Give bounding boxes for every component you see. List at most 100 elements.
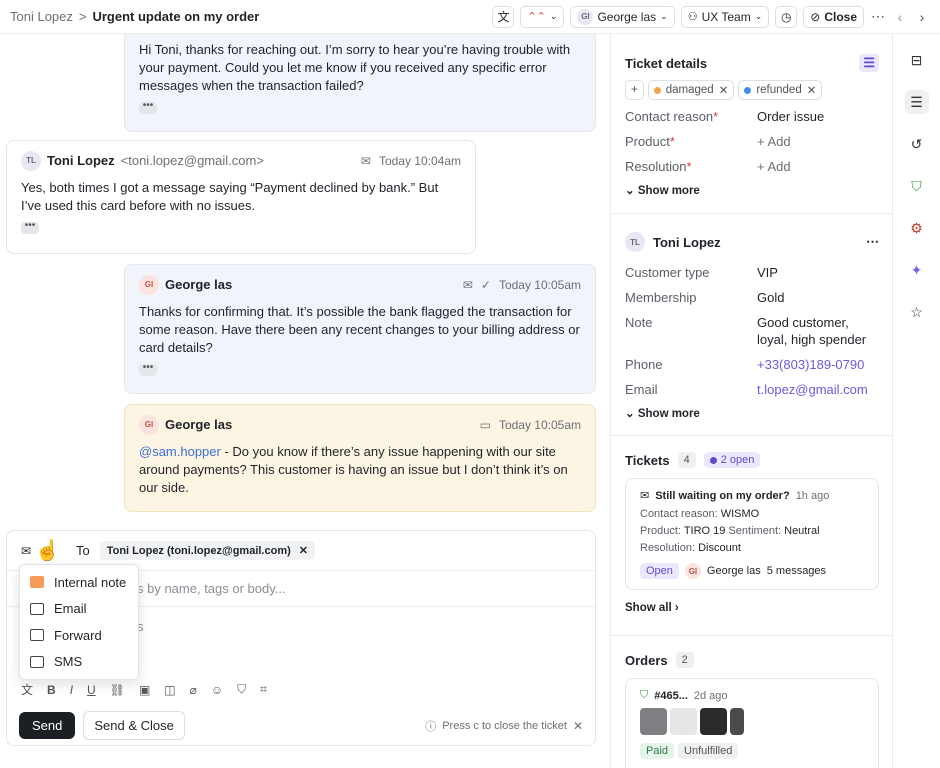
translate-button[interactable]: 文	[492, 5, 515, 28]
avatar: GI	[139, 275, 159, 295]
priority-dropdown[interactable]: ⌃⌃ ⌄	[520, 5, 565, 28]
mail-icon: ✉	[360, 154, 371, 168]
webhook-icon[interactable]: ⚙	[905, 216, 929, 240]
label: Sentiment:	[728, 525, 782, 537]
ticket-sidebar: Ticket details ☰ + damaged ✕ refunded ✕ Con…	[610, 34, 892, 768]
field-label: Contact reason	[625, 109, 714, 124]
sender-email: <toni.lopez@gmail.com>	[120, 153, 264, 168]
send-button[interactable]: Send	[19, 712, 76, 739]
expand-quote-button[interactable]: •••	[139, 363, 157, 376]
team-dropdown[interactable]: ⚇ UX Team ⌄	[680, 5, 770, 28]
resolution-field[interactable]: + Add	[757, 158, 791, 175]
customer-name[interactable]: Toni Lopez	[653, 235, 721, 250]
menu-item-forward[interactable]: Forward	[20, 622, 138, 649]
sent-check-icon: ✓	[480, 278, 491, 292]
previous-ticket-icon[interactable]: ‹	[892, 9, 908, 25]
show-more-button[interactable]: ⌄ Show more	[625, 406, 879, 420]
membership-value: Gold	[757, 290, 785, 305]
top-bar: Toni Lopez > Urgent update on my order 文…	[0, 0, 940, 34]
shopify-icon[interactable]: ⛉	[237, 682, 246, 697]
chevron-down-icon: ⌄	[549, 11, 558, 21]
mail-icon: ✉	[640, 490, 650, 502]
chevron-down-icon: ⌄	[754, 11, 763, 21]
breadcrumb-separator: >	[78, 9, 87, 24]
next-ticket-icon[interactable]: ›	[914, 9, 930, 25]
ticket-age: 1h ago	[795, 489, 830, 502]
sender-name: George las	[165, 277, 233, 292]
underline-icon[interactable]: U	[87, 683, 96, 697]
bold-icon[interactable]: B	[47, 683, 56, 697]
collapse-panel-icon[interactable]: ⊟	[905, 48, 929, 72]
expand-quote-button[interactable]: •••	[21, 221, 39, 234]
tag-chip[interactable]: refunded ✕	[738, 80, 823, 100]
tag-label: refunded	[756, 84, 802, 96]
tag-chip[interactable]: damaged ✕	[647, 80, 735, 100]
fields-settings-icon[interactable]: ☰	[859, 54, 879, 72]
right-rail: ⊟ ☰ ↺ ⛉ ⚙ ✦ ☆	[892, 34, 940, 768]
channel-selector[interactable]: ✉	[21, 544, 31, 558]
orders-section: Orders 2 ⛉ #465... 2d ago Paid Unfulfilled	[611, 636, 892, 768]
product-field[interactable]: + Add	[757, 133, 791, 150]
priority-icon: ⌃⌃	[527, 11, 546, 23]
breadcrumb: Toni Lopez > Urgent update on my order	[10, 9, 259, 24]
remove-tag-icon[interactable]: ✕	[807, 83, 817, 97]
show-more-label: Show more	[637, 408, 700, 420]
show-all-label: Show all	[625, 602, 672, 614]
menu-item-internal-note[interactable]: Internal note	[20, 569, 138, 596]
translate-icon[interactable]: 文	[21, 681, 33, 698]
remove-recipient-icon[interactable]: ✕	[299, 544, 308, 557]
menu-item-email[interactable]: Email	[20, 596, 138, 623]
field-label: Product	[625, 134, 670, 149]
mail-icon: ✉	[462, 278, 473, 292]
emoji-icon[interactable]: ☺	[211, 683, 223, 697]
tag-icon[interactable]: ⌗	[260, 682, 267, 697]
message-time: Today 10:05am	[498, 278, 581, 292]
note-value: Good customer, loyal, high spender	[757, 315, 867, 347]
sender-name: Toni Lopez	[47, 153, 115, 168]
ticket-card[interactable]: ✉ Still waiting on my order? 1h ago Contac…	[625, 478, 879, 590]
ai-agent-icon[interactable]: ✦	[905, 258, 929, 282]
avatar: GI	[577, 8, 594, 25]
message-text: Yes, both times I got a message saying “…	[21, 180, 439, 213]
tickets-count: 4	[677, 452, 696, 468]
image-icon[interactable]: ▣	[139, 683, 150, 697]
show-all-button[interactable]: Show all ›	[625, 602, 879, 614]
history-icon[interactable]: ↺	[905, 132, 929, 156]
contact-reason-field[interactable]: Order issue	[757, 108, 824, 125]
attachment-icon[interactable]: ⌀	[190, 683, 197, 697]
more-icon[interactable]: ⋯	[870, 8, 886, 25]
phone-link[interactable]: +33(803)189-0790	[757, 356, 864, 373]
mention-link[interactable]: @sam.hopper	[139, 444, 221, 459]
section-title: Orders	[625, 652, 668, 668]
menu-item-label: Email	[54, 601, 87, 617]
link-icon[interactable]: ⛓	[110, 683, 125, 697]
remove-tag-icon[interactable]: ✕	[719, 83, 729, 97]
close-ticket-button[interactable]: ⊘ Close	[803, 5, 864, 28]
product-thumbnail	[640, 708, 667, 735]
recipient-chip[interactable]: Toni Lopez (toni.lopez@gmail.com) ✕	[99, 541, 315, 560]
italic-icon[interactable]: I	[70, 683, 73, 697]
star-icon[interactable]: ☆	[905, 300, 929, 324]
dismiss-hint-icon[interactable]: ✕	[573, 719, 583, 733]
customer-info-icon[interactable]: ☰	[904, 90, 929, 114]
message-agent-2: GI George las ✉ ✓ Today 10:05am Thanks for…	[124, 264, 596, 394]
order-card[interactable]: ⛉ #465... 2d ago Paid Unfulfilled	[625, 678, 879, 768]
show-more-button[interactable]: ⌄ Show more	[625, 183, 879, 197]
snooze-button[interactable]: ◷	[775, 5, 798, 28]
expand-quote-button[interactable]: •••	[139, 101, 157, 114]
gallery-icon[interactable]: ◫	[164, 683, 175, 697]
label: Resolution:	[640, 542, 696, 554]
to-label: To	[75, 543, 90, 558]
assignee-dropdown[interactable]: GI George las ⌄	[570, 5, 675, 28]
email-link[interactable]: t.lopez@gmail.com	[757, 381, 868, 398]
menu-item-sms[interactable]: SMS	[20, 649, 138, 676]
breadcrumb-parent[interactable]: Toni Lopez	[10, 9, 73, 24]
more-icon[interactable]: ⋯	[866, 234, 879, 250]
team-name: UX Team	[701, 9, 751, 24]
shopify-icon[interactable]: ⛉	[905, 174, 929, 198]
add-tag-button[interactable]: +	[625, 80, 644, 100]
tag-label: damaged	[665, 84, 714, 96]
send-and-close-button[interactable]: Send & Close	[83, 711, 185, 740]
sender-name: George las	[165, 417, 233, 432]
section-title: Ticket details	[625, 55, 708, 71]
